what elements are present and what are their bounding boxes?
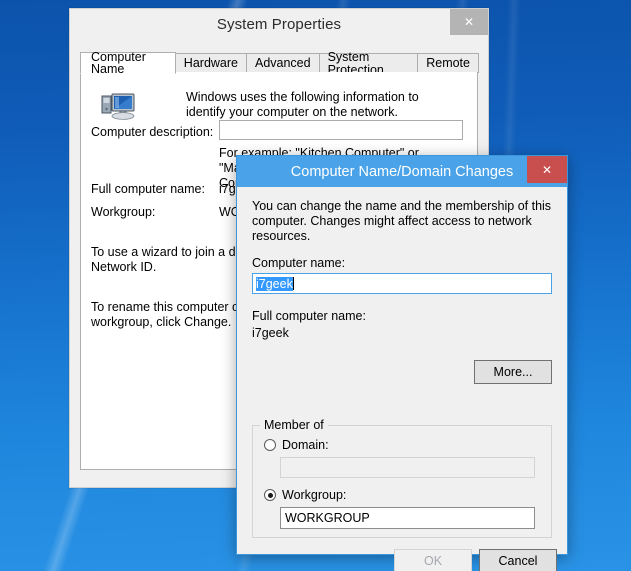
radio-domain-label: Domain:: [282, 438, 329, 452]
system-properties-titlebar[interactable]: System Properties ✕: [70, 9, 488, 39]
computer-description-input[interactable]: [219, 120, 463, 140]
domain-input: [280, 457, 535, 478]
computer-monitor-icon: [101, 92, 137, 124]
radio-workgroup-indicator: [264, 489, 276, 501]
close-icon[interactable]: ✕: [450, 9, 488, 35]
dialog-description: You can change the name and the membersh…: [252, 199, 552, 244]
close-icon[interactable]: ✕: [527, 156, 567, 183]
dialog-description-line1: You can change the name and the membersh…: [252, 199, 552, 213]
workgroup-input-value: WORKGROUP: [285, 511, 370, 525]
computer-name-input-value: i7geek: [256, 276, 293, 291]
dialog-description-line2: computer. Changes might affect access to…: [252, 214, 532, 243]
cancel-button[interactable]: Cancel: [479, 549, 557, 571]
dialog-titlebar[interactable]: Computer Name/Domain Changes ✕: [237, 156, 567, 187]
full-computer-name-label: Full computer name:: [91, 182, 205, 196]
tab-computer-name[interactable]: Computer Name: [80, 50, 176, 75]
text-caret: [292, 277, 294, 290]
radio-domain[interactable]: Domain:: [264, 438, 329, 452]
tab-advanced[interactable]: Advanced: [245, 53, 320, 73]
computer-name-input[interactable]: i7geek: [252, 273, 552, 294]
tab-system-protection[interactable]: System Protection: [318, 51, 419, 76]
system-properties-tabstrip: Computer Name Hardware Advanced System P…: [80, 50, 479, 76]
radio-workgroup[interactable]: Workgroup:: [264, 488, 346, 502]
tab-remote[interactable]: Remote: [417, 53, 479, 73]
computer-name-domain-changes-dialog: Computer Name/Domain Changes ✕ You can c…: [236, 155, 568, 571]
dialog-full-computer-name-label: Full computer name:: [252, 309, 366, 323]
more-button[interactable]: More...: [474, 360, 552, 384]
dialog-title: Computer Name/Domain Changes: [290, 163, 514, 180]
radio-workgroup-label: Workgroup:: [282, 488, 347, 502]
radio-domain-indicator: [264, 439, 276, 451]
dialog-full-computer-name-value: i7geek: [252, 326, 289, 340]
intro-text: Windows uses the following information t…: [186, 90, 419, 119]
workgroup-label: Workgroup:: [91, 205, 156, 219]
ok-button[interactable]: OK: [394, 549, 472, 571]
computer-description-label: Computer description:: [91, 125, 214, 139]
tab-hardware[interactable]: Hardware: [174, 53, 247, 73]
member-of-group-title: Member of: [260, 418, 328, 432]
dialog-body: You can change the name and the membersh…: [238, 187, 566, 571]
system-properties-title: System Properties: [216, 15, 342, 33]
computer-name-label: Computer name:: [252, 256, 346, 270]
desktop-background: System Properties ✕ Computer Name Hardwa…: [0, 0, 631, 571]
workgroup-input[interactable]: WORKGROUP: [280, 507, 535, 529]
